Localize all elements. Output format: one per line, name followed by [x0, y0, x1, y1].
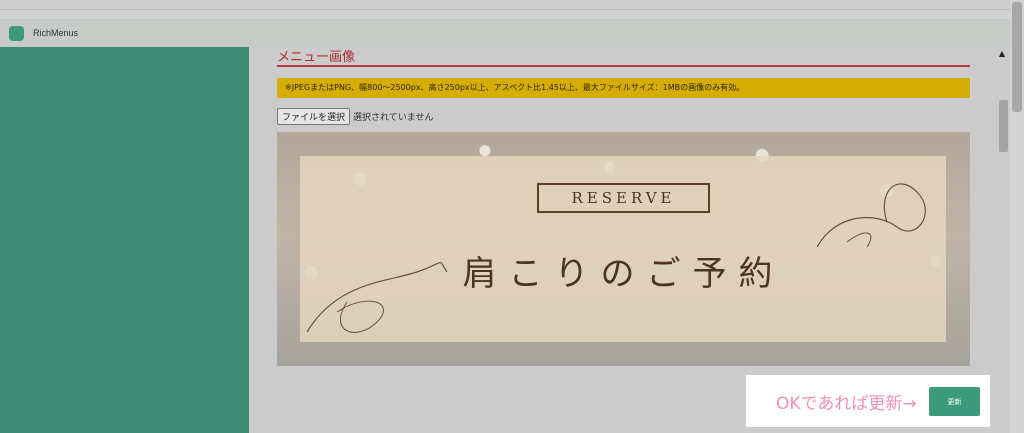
file-status-text: 選択されていません	[353, 112, 434, 123]
content-scroll-thumb[interactable]	[999, 100, 1008, 152]
sidebar	[0, 47, 249, 433]
callout-text: OKであれば更新→	[776, 393, 917, 414]
chevron-up-icon[interactable]: ▲	[997, 49, 1007, 59]
menu-image-preview: RESERVE 肩こりのご予約	[277, 132, 970, 366]
app-title: RichMenus	[33, 28, 79, 38]
page-scrollbar[interactable]	[1010, 0, 1024, 433]
update-button[interactable]: 更新	[929, 387, 980, 416]
file-input-row: ファイルを選択 選択されていません	[277, 107, 434, 125]
top-strip	[0, 0, 1024, 10]
reserve-badge: RESERVE	[537, 183, 710, 213]
app-bar: RichMenus	[0, 19, 1010, 47]
choose-file-button[interactable]: ファイルを選択	[277, 107, 351, 125]
section-title: メニュー画像	[277, 50, 356, 65]
app-logo-icon	[9, 25, 24, 41]
update-callout: OKであれば更新→ 更新	[746, 375, 990, 427]
section-divider	[277, 65, 970, 67]
menu-headline: 肩こりのご予約	[462, 254, 785, 294]
page-scroll-thumb[interactable]	[1012, 2, 1022, 112]
upload-notice: ※JPEGまたはPNG、幅800～2500px、高さ250px以上、アスペクト比…	[277, 78, 970, 98]
